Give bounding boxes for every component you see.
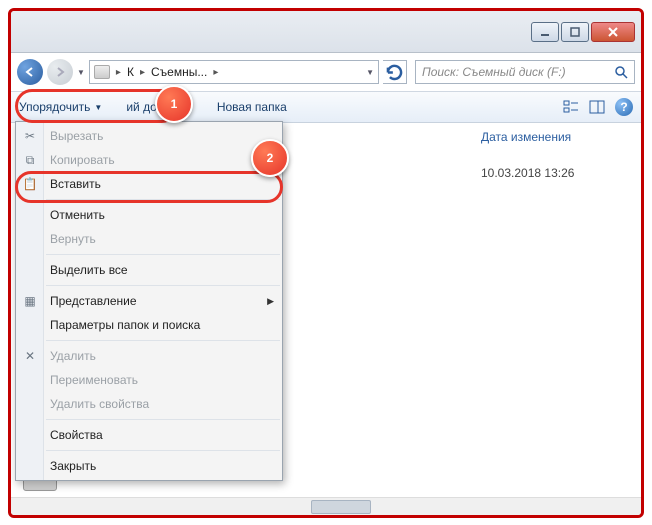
scroll-thumb[interactable] xyxy=(311,500,371,514)
callout-1: 1 xyxy=(155,85,193,123)
search-placeholder: Поиск: Съемный диск (F:) xyxy=(422,65,566,79)
menu-label: Представление xyxy=(50,294,137,308)
maximize-button[interactable] xyxy=(561,22,589,42)
menu-undo[interactable]: Отменить xyxy=(16,203,282,227)
search-icon xyxy=(614,65,628,79)
horizontal-scrollbar[interactable] xyxy=(11,497,641,515)
column-date[interactable]: Дата изменения xyxy=(481,130,623,144)
menu-separator xyxy=(46,450,280,451)
menu-redo[interactable]: Вернуть xyxy=(16,227,282,251)
pane-icon xyxy=(589,99,605,115)
address-dropdown-icon[interactable]: ▼ xyxy=(366,68,374,77)
menu-rename[interactable]: Переименовать xyxy=(16,368,282,392)
refresh-button[interactable] xyxy=(383,60,407,84)
scissors-icon: ✂ xyxy=(21,127,39,145)
minimize-icon xyxy=(540,27,550,37)
close-icon xyxy=(608,27,618,37)
nav-row: ▼ ▸ К ▸ Съемны... ▸ ▼ Поиск: Съемный дис… xyxy=(11,53,641,91)
view-icon xyxy=(563,99,579,115)
new-folder-button[interactable]: Новая папка xyxy=(217,100,287,114)
layout-icon: ▦ xyxy=(21,292,39,310)
help-button[interactable]: ? xyxy=(615,98,633,116)
callout-number: 1 xyxy=(171,97,178,111)
breadcrumb-sep-icon: ▸ xyxy=(116,67,121,78)
preview-pane-button[interactable] xyxy=(589,99,605,115)
breadcrumb-segment[interactable]: Съемны... xyxy=(151,65,207,79)
menu-label: Вернуть xyxy=(50,232,96,246)
callout-2: 2 xyxy=(251,139,289,177)
arrow-right-icon xyxy=(54,66,66,78)
menu-label: Вырезать xyxy=(50,129,103,143)
breadcrumb-sep-icon: ▸ xyxy=(140,67,145,78)
titlebar xyxy=(11,11,641,53)
menu-label: Закрыть xyxy=(50,459,96,473)
drive-icon xyxy=(94,65,110,79)
menu-label: Выделить все xyxy=(50,263,128,277)
forward-button[interactable] xyxy=(47,59,73,85)
annotation-highlight-2 xyxy=(15,171,283,203)
menu-copy[interactable]: ⧉ Копировать xyxy=(16,148,282,172)
menu-separator xyxy=(46,419,280,420)
menu-layout[interactable]: ▦ Представление ▶ xyxy=(16,289,282,313)
file-row-date: 10.03.2018 13:26 xyxy=(481,166,574,180)
explorer-window: ▼ ▸ К ▸ Съемны... ▸ ▼ Поиск: Съемный дис… xyxy=(11,11,641,515)
toolbar-right: ? xyxy=(563,98,633,116)
refresh-icon xyxy=(383,61,406,84)
menu-label: Удалить xyxy=(50,349,96,363)
menu-separator xyxy=(46,254,280,255)
menu-properties[interactable]: Свойства xyxy=(16,423,282,447)
address-bar[interactable]: ▸ К ▸ Съемны... ▸ ▼ xyxy=(89,60,379,84)
menu-label: Удалить свойства xyxy=(50,397,149,411)
menu-folder-options[interactable]: Параметры папок и поиска xyxy=(16,313,282,337)
menu-select-all[interactable]: Выделить все xyxy=(16,258,282,282)
breadcrumb-segment[interactable]: К xyxy=(127,65,134,79)
view-options-button[interactable] xyxy=(563,99,579,115)
menu-delete[interactable]: ✕ Удалить xyxy=(16,344,282,368)
menu-label: Параметры папок и поиска xyxy=(50,318,200,332)
search-box[interactable]: Поиск: Съемный диск (F:) xyxy=(415,60,635,84)
arrow-left-icon xyxy=(24,66,36,78)
callout-number: 2 xyxy=(267,151,274,165)
back-button[interactable] xyxy=(17,59,43,85)
menu-cut[interactable]: ✂ Вырезать xyxy=(16,124,282,148)
screenshot-frame: ▼ ▸ К ▸ Съемны... ▸ ▼ Поиск: Съемный дис… xyxy=(8,8,644,518)
menu-delete-properties[interactable]: Удалить свойства xyxy=(16,392,282,416)
history-dropdown-icon[interactable]: ▼ xyxy=(77,68,85,77)
help-icon: ? xyxy=(620,100,627,114)
menu-label: Отменить xyxy=(50,208,105,222)
menu-close[interactable]: Закрыть xyxy=(16,454,282,478)
menu-label: Копировать xyxy=(50,153,115,167)
breadcrumb-sep-icon: ▸ xyxy=(213,67,218,78)
menu-separator xyxy=(46,340,280,341)
copy-icon: ⧉ xyxy=(21,151,39,169)
maximize-icon xyxy=(570,27,580,37)
submenu-arrow-icon: ▶ xyxy=(267,296,274,307)
menu-label: Свойства xyxy=(50,428,103,442)
menu-separator xyxy=(46,285,280,286)
menu-label: Переименовать xyxy=(50,373,138,387)
minimize-button[interactable] xyxy=(531,22,559,42)
new-folder-label: Новая папка xyxy=(217,100,287,114)
close-button[interactable] xyxy=(591,22,635,42)
delete-icon: ✕ xyxy=(21,347,39,365)
